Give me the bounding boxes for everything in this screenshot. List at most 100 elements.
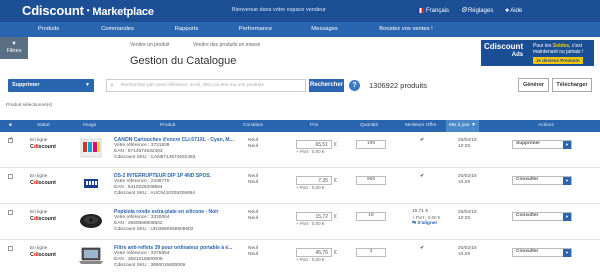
generate-button[interactable]: Générer: [518, 78, 549, 92]
action-select[interactable]: Supprimer ▼: [512, 140, 572, 149]
nav-produits[interactable]: Produits: [14, 22, 83, 37]
row-checkbox[interactable]: [8, 210, 13, 215]
best-offer: 15,71 € + Port : 0,00 € ⇆ S'aligner: [412, 209, 441, 227]
col-meilleure-offre[interactable]: Meilleure Offre: [405, 123, 436, 128]
help-icon: ●: [505, 7, 510, 14]
filter-icon: ▼: [11, 41, 17, 47]
col-produit[interactable]: Produit: [160, 123, 175, 128]
welcome-text: Bienvenue dans votre espace vendeur: [232, 7, 326, 13]
search-icon: ⌕: [110, 82, 114, 89]
status-badge: En ligne Cdiscount: [30, 174, 56, 186]
chevron-down-icon: ▼: [563, 249, 571, 257]
top-bar: Cdiscount • Marketplace Bienvenue dans vot…: [0, 0, 600, 22]
chevron-down-icon: ▼: [85, 82, 90, 88]
main-nav: Produits Commandes Rapports Performance …: [0, 22, 600, 37]
price-cell: 15,72 € + Port : 0,00 €: [296, 212, 337, 226]
best-offer-check-icon: ✔: [420, 174, 425, 179]
price-input[interactable]: 65,51: [296, 140, 332, 149]
table-row[interactable]: En ligneCdiscount CANON Cartouches d'enc…: [0, 132, 600, 168]
price-cell: 45,76 € + Port : 0,00 €: [296, 248, 337, 262]
col-image: Image: [83, 123, 97, 128]
language-selector[interactable]: Français: [417, 8, 449, 14]
bulk-action-select[interactable]: Supprimer ▼: [8, 79, 94, 92]
action-select[interactable]: Consulter ▼: [512, 176, 572, 185]
filters-button[interactable]: ▼ Filtres: [0, 37, 28, 59]
quantity-input[interactable]: 966: [356, 176, 386, 185]
price-cell: 65,51 € + Port : 0,00 €: [296, 140, 337, 154]
gear-icon: ⚙: [460, 7, 467, 14]
product-image[interactable]: [76, 172, 106, 194]
breadcrumb-vendre[interactable]: Vendre un produit: [130, 42, 169, 48]
product-info: CANON Cartouches d'encre CLI-571XL - Cya…: [114, 137, 242, 161]
select-all-checkbox[interactable]: ■: [9, 123, 12, 128]
nav-performance[interactable]: Performance: [221, 22, 290, 37]
product-count: 1306922 produits: [369, 81, 427, 90]
flag-icon: [417, 8, 424, 13]
status-badge: En ligne Cdiscount: [30, 210, 56, 222]
row-checkbox[interactable]: [8, 246, 13, 251]
breadcrumb: Vendre un produit Vendre des produits en…: [130, 42, 282, 48]
price-input[interactable]: 7,35: [296, 176, 332, 185]
nav-boostez[interactable]: Boostez vos ventes !: [359, 22, 453, 37]
product-info: Popkiola ronde extra-plate en silicone -…: [114, 209, 242, 233]
col-prix[interactable]: Prix: [310, 123, 318, 128]
download-button[interactable]: Télécharger: [552, 78, 592, 92]
col-condition[interactable]: Condition: [243, 123, 263, 128]
updated-at: 20/02/18 10:29: [458, 174, 477, 185]
product-image[interactable]: [76, 208, 106, 230]
nav-rapports[interactable]: Rapports: [152, 22, 221, 37]
settings-link[interactable]: ⚙Réglages: [460, 7, 494, 14]
premium-button[interactable]: Je deviens Premium: [533, 57, 583, 64]
ads-logo: Cdiscount Ads: [484, 42, 524, 59]
condition: Neuf Neuf: [248, 246, 259, 257]
price-input[interactable]: 15,72: [296, 212, 332, 221]
nav-messages[interactable]: Messages: [290, 22, 359, 37]
price-cell: 7,35 € + Port : 0,00 €: [296, 176, 337, 190]
best-offer-check-icon: ✔: [420, 246, 425, 251]
align-price-link[interactable]: ⇆ S'aligner: [412, 221, 440, 227]
help-icon[interactable]: ?: [349, 80, 360, 91]
chevron-down-icon: ▼: [563, 141, 571, 149]
updated-at: 20/02/18 10:29: [458, 246, 477, 257]
ads-banner[interactable]: Cdiscount Ads Pour les Soldes, c'est main…: [481, 40, 594, 66]
product-info: DS-2 INTERRUPTEUR DIP 1P 4ND SPOS. Votre…: [114, 173, 242, 197]
table-row[interactable]: En ligne Cdiscount DS-2 INTERRUPTEUR DIP …: [0, 168, 600, 204]
search-input[interactable]: ⌕ Rechercher par votre référence, EAN, SK…: [106, 79, 306, 92]
chevron-down-icon: ▼: [563, 177, 571, 185]
status-badge: En ligne Cdiscount: [30, 138, 56, 150]
quantity-input[interactable]: 19: [356, 212, 386, 221]
col-mis-a-jour[interactable]: Mis à jour ▼: [446, 120, 479, 132]
col-quantite[interactable]: Quantité: [360, 123, 378, 128]
nav-commandes[interactable]: Commandes: [83, 22, 152, 37]
selected-count: Produit sélectionné(s): [6, 103, 53, 108]
table-row[interactable]: En ligne Cdiscount Popkiola ronde extra-p…: [0, 204, 600, 240]
col-statut[interactable]: Statut: [37, 123, 50, 128]
top-links: Français ⚙Réglages ●Aide: [417, 6, 532, 14]
status-badge: En ligne Cdiscount: [30, 246, 56, 258]
condition: Neuf Neuf: [248, 138, 259, 149]
help-link[interactable]: ●Aide: [505, 7, 522, 14]
table-row[interactable]: En ligne Cdiscount Filtre anti-reflets 39…: [0, 240, 600, 276]
updated-at: 20/02/18 10:29: [458, 210, 477, 221]
page-title: Gestion du Catalogue: [130, 55, 237, 67]
row-checkbox[interactable]: [8, 136, 13, 143]
product-image[interactable]: [76, 136, 106, 158]
condition: Neuf Neuf: [248, 174, 259, 185]
logo[interactable]: Cdiscount • Marketplace: [22, 3, 154, 18]
chevron-down-icon: ▼: [563, 213, 571, 221]
ads-promo-text: Pour les Soldes, c'est maintenant ou jam…: [533, 43, 584, 55]
quantity-input[interactable]: 3: [356, 248, 386, 257]
best-offer-check-icon: ✔: [420, 138, 425, 143]
quantity-input[interactable]: 199: [356, 140, 386, 149]
action-select[interactable]: Consulter ▼: [512, 248, 572, 257]
row-checkbox[interactable]: [8, 174, 13, 179]
product-image[interactable]: [76, 244, 106, 266]
updated-at: 20/02/18 10:29: [458, 138, 477, 149]
price-input[interactable]: 45,76: [296, 248, 332, 257]
search-button[interactable]: Rechercher: [309, 79, 344, 92]
product-info: Filtre anti-reflets 39 pour ordinateur p…: [114, 245, 242, 269]
table-header: ■ Statut Image Produit Condition Prix Qu…: [0, 120, 600, 132]
condition: Neuf Neuf: [248, 210, 259, 221]
breadcrumb-masse[interactable]: Vendre des produits en masse: [193, 42, 261, 48]
action-select[interactable]: Consulter ▼: [512, 212, 572, 221]
